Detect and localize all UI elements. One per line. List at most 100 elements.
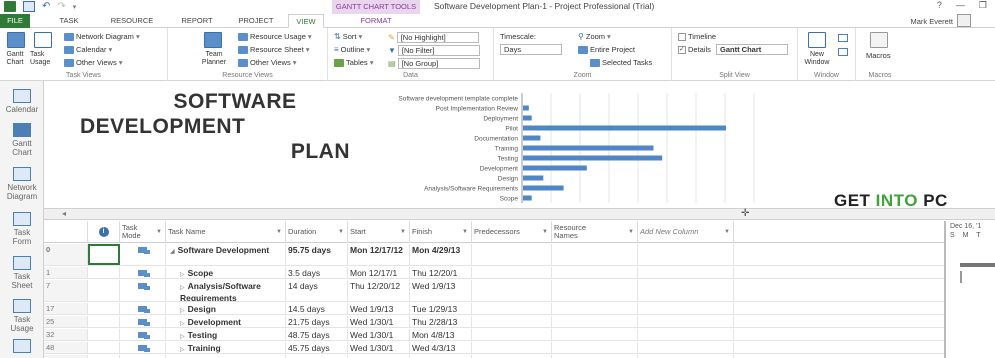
chart-bar[interactable]	[523, 145, 654, 151]
table-row[interactable]: 48 ▷ Training 45.75 days Wed 1/30/1 Wed 4/3/1…	[44, 342, 944, 354]
avatar[interactable]	[957, 14, 971, 27]
duration-cell[interactable]: 48.75 days	[286, 329, 348, 340]
duration-cell[interactable]: 14 days	[286, 280, 348, 301]
tab-view[interactable]: VIEW	[288, 14, 324, 28]
finish-cell[interactable]: Thu 2/28/13	[410, 316, 472, 327]
task-mode-cell[interactable]	[120, 329, 166, 340]
predecessors-cell[interactable]	[472, 329, 552, 340]
chevron-down-icon[interactable]: ▼	[276, 228, 282, 236]
new-window-button[interactable]: New Window	[802, 51, 832, 67]
add-column-cell[interactable]	[638, 303, 734, 314]
row-id-cell[interactable]: 0	[44, 244, 88, 265]
indicator-cell[interactable]	[88, 280, 120, 301]
entire-project-button[interactable]: Entire Project	[578, 45, 635, 54]
zoom-button[interactable]: ⚲ Zoom ▾	[578, 32, 611, 41]
resource-names-cell[interactable]	[552, 316, 638, 327]
tables-button[interactable]: Tables ▾	[334, 58, 373, 67]
duration-cell[interactable]: 95.75 days	[286, 244, 348, 265]
task-name-header[interactable]: Task Name ▼	[166, 221, 286, 243]
tab-file[interactable]: FILE	[0, 14, 30, 28]
resource-names-cell[interactable]	[552, 342, 638, 353]
expand-icon[interactable]: ▷	[180, 334, 185, 340]
viewbar-item-task-usage[interactable]: Task Usage	[0, 299, 44, 333]
viewbar-item-task-sheet[interactable]: Task Sheet	[0, 256, 44, 290]
filter-select[interactable]: ▼ [No Filter]	[388, 45, 480, 56]
resource-names-cell[interactable]	[552, 329, 638, 340]
start-cell[interactable]: Wed 1/9/13	[348, 303, 410, 314]
help-button[interactable]: ?	[937, 0, 942, 11]
task-mode-cell[interactable]	[120, 342, 166, 353]
indicator-cell[interactable]	[88, 267, 120, 278]
chevron-down-icon[interactable]: ▼	[462, 228, 468, 236]
timeline-checkbox[interactable]: Timeline	[678, 32, 716, 41]
table-row[interactable]: 32 ▷ Testing 48.75 days Wed 1/30/1 Mon 4/8/13	[44, 329, 944, 341]
finish-header[interactable]: Finish ▼	[410, 221, 472, 243]
tab-project[interactable]: PROJECT	[234, 14, 278, 28]
chart-bar[interactable]	[523, 115, 532, 121]
duration-header[interactable]: Duration ▼	[286, 221, 348, 243]
tab-task[interactable]: TASK	[54, 14, 84, 28]
task-mode-cell[interactable]	[120, 267, 166, 278]
task-mode-cell[interactable]	[120, 303, 166, 314]
team-planner-button[interactable]: Team Planner	[198, 51, 230, 67]
indicator-cell[interactable]	[88, 244, 120, 265]
minimize-button[interactable]: —	[956, 0, 965, 11]
calendar-button[interactable]: Calendar ▾	[64, 45, 112, 54]
resource-names-cell[interactable]	[552, 303, 638, 314]
viewbar-item-calendar[interactable]: Calendar	[0, 89, 44, 114]
resource-other-views-button[interactable]: Other Views ▾	[238, 58, 296, 67]
network-diagram-button[interactable]: Network Diagram ▾	[64, 32, 140, 41]
predecessors-cell[interactable]	[472, 316, 552, 327]
chevron-down-icon[interactable]: ▼	[400, 228, 406, 236]
resource-usage-button[interactable]: Resource Usage ▾	[238, 32, 312, 41]
duration-cell[interactable]: 21.75 days	[286, 316, 348, 327]
chart-bar[interactable]	[523, 155, 663, 161]
select-all-cell[interactable]	[44, 221, 88, 243]
tab-report[interactable]: REPORT	[176, 14, 218, 28]
tab-format[interactable]: FORMAT	[356, 14, 396, 28]
indicators-header[interactable]: i	[88, 221, 120, 243]
collapse-icon[interactable]: ◢	[170, 249, 175, 255]
task-mode-cell[interactable]	[120, 316, 166, 327]
user-name[interactable]: Mark Everett	[910, 17, 953, 26]
gantt-timescale[interactable]: Dec 16, '1 S M T	[944, 221, 995, 358]
predecessors-cell[interactable]	[472, 267, 552, 278]
chevron-down-icon[interactable]: ▼	[338, 228, 344, 236]
row-id-cell[interactable]: 17	[44, 303, 88, 314]
add-column-cell[interactable]	[638, 267, 734, 278]
gantt-summary-bar[interactable]	[960, 263, 995, 267]
expand-icon[interactable]: ▷	[180, 347, 185, 353]
finish-cell[interactable]: Wed 1/9/13	[410, 280, 472, 301]
group-select[interactable]: ▤ [No Group]	[388, 58, 480, 69]
chevron-down-icon[interactable]: ▼	[542, 228, 548, 236]
chart-bar[interactable]	[523, 165, 587, 171]
view-splitter[interactable]: ◂ ✛	[44, 208, 995, 220]
row-id-cell[interactable]: 25	[44, 316, 88, 327]
indicator-cell[interactable]	[88, 342, 120, 353]
customize-qat-icon[interactable]: ▾	[73, 3, 77, 11]
macros-button[interactable]: Macros	[866, 51, 891, 60]
duration-cell[interactable]: 3.5 days	[286, 267, 348, 278]
start-cell[interactable]: Wed 1/30/1	[348, 329, 410, 340]
viewbar-item-network-diagram[interactable]: Network Diagram	[0, 167, 44, 201]
task-usage-button[interactable]: Task Usage	[30, 51, 56, 67]
resource-names-cell[interactable]	[552, 280, 638, 301]
save-icon[interactable]	[23, 1, 35, 12]
expand-icon[interactable]: ▷	[180, 285, 185, 291]
predecessors-header[interactable]: Predecessors ▼	[472, 221, 552, 243]
chevron-down-icon[interactable]: ▼	[724, 228, 730, 236]
task-name-cell[interactable]: ▷ Scope	[166, 267, 286, 278]
finish-cell[interactable]: Thu 12/20/1	[410, 267, 472, 278]
table-row[interactable]: 25 ▷ Development 21.75 days Wed 1/30/1 Thu 2/…	[44, 316, 944, 328]
split-handle-icon[interactable]: ✛	[741, 209, 749, 219]
viewbar-item-more[interactable]	[0, 339, 44, 355]
viewbar-item-task-form[interactable]: Task Form	[0, 212, 44, 246]
expand-icon[interactable]: ▷	[180, 308, 185, 314]
finish-cell[interactable]: Mon 4/29/13	[410, 244, 472, 265]
table-row[interactable]: 0 ◢ Software Development 95.75 days Mon 12/1…	[44, 244, 944, 266]
start-cell[interactable]: Mon 12/17/1	[348, 267, 410, 278]
add-column-cell[interactable]	[638, 329, 734, 340]
add-column-cell[interactable]	[638, 316, 734, 327]
duration-cell[interactable]: 45.75 days	[286, 342, 348, 353]
start-cell[interactable]: Wed 1/30/1	[348, 342, 410, 353]
